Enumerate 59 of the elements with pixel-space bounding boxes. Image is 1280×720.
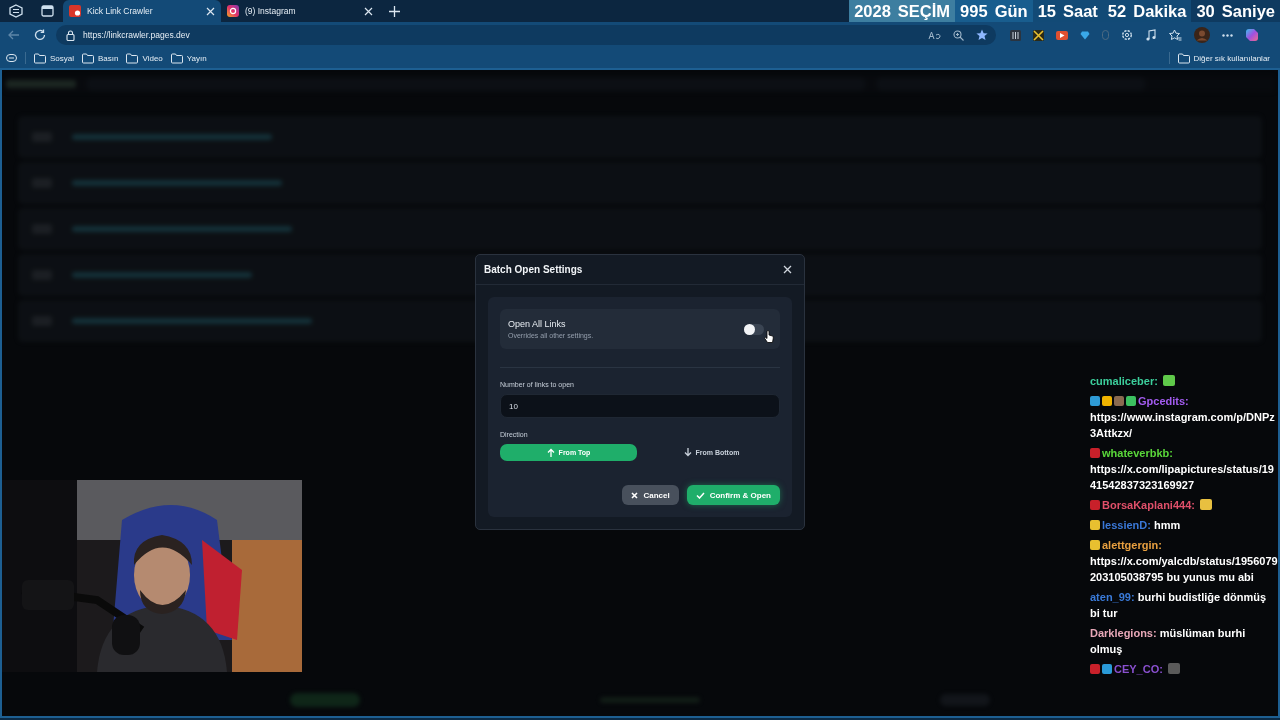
favorites-icon[interactable]	[1169, 29, 1182, 41]
extension-icon[interactable]	[1033, 29, 1044, 41]
countdown-segment: 995 Gün	[955, 0, 1033, 22]
close-icon	[631, 491, 639, 499]
folder-icon	[82, 52, 94, 64]
folder-icon	[34, 52, 46, 64]
close-icon[interactable]	[206, 6, 215, 16]
folder-icon	[170, 52, 183, 64]
bookmark-folder[interactable]: Basın	[82, 52, 119, 64]
tab-actions-icon[interactable]	[41, 5, 54, 17]
browser-tab[interactable]: Kick Link Crawler	[63, 0, 221, 22]
countdown-segment: 30 Saniye	[1191, 0, 1280, 22]
chat-message: Darklegions: müslüman burhi olmuş	[1090, 626, 1247, 657]
close-icon[interactable]	[364, 6, 373, 16]
chat-message: cumaliceber:	[1090, 373, 1278, 389]
bookmark-folder[interactable]: Diğer sık kullanılanlar	[1177, 52, 1270, 64]
workspaces-icon[interactable]	[9, 4, 23, 18]
bookmark-folder[interactable]: Yayın	[170, 52, 207, 64]
check-icon	[695, 491, 705, 499]
pointer-cursor-icon	[764, 330, 774, 343]
toggle-switch[interactable]	[744, 323, 764, 335]
countdown-segment: 2028 SEÇİM	[849, 0, 956, 22]
copilot-icon[interactable]	[1245, 28, 1259, 42]
lock-icon	[66, 29, 75, 41]
reading-list-icon[interactable]	[6, 54, 17, 62]
music-icon[interactable]	[1145, 29, 1157, 41]
folder-icon	[126, 52, 139, 64]
equalizer-icon[interactable]	[1010, 29, 1021, 41]
toggle-label: Open All Links	[508, 319, 567, 329]
chat-message: whateverbkb: https://x.com/lipapictures/status/1941542837323169927	[1090, 446, 1275, 493]
new-tab-icon[interactable]	[389, 5, 400, 17]
reload-icon[interactable]	[34, 29, 46, 41]
chat-message: CEY_CO:	[1090, 661, 1278, 677]
chat-message: Gpcedits: https://www.instagram.com/p/DNPz3Attkzx/	[1090, 394, 1276, 441]
close-icon[interactable]	[783, 265, 792, 274]
tab-title: (9) Instagram	[245, 6, 297, 16]
read-aloud-icon[interactable]	[928, 30, 941, 40]
cancel-button[interactable]: Cancel	[622, 485, 679, 505]
zoom-icon[interactable]	[953, 29, 964, 41]
app-icon	[69, 5, 81, 17]
instagram-icon	[227, 5, 239, 17]
settings-icon[interactable]	[1121, 29, 1133, 41]
arrow-down-icon	[683, 448, 692, 457]
star-icon[interactable]	[976, 29, 988, 41]
countdown-segment: 15 Saat	[1032, 0, 1103, 22]
diamond-icon[interactable]	[1080, 30, 1090, 40]
more-icon[interactable]	[1222, 33, 1233, 37]
bookmark-folder[interactable]: Sosyal	[34, 52, 74, 64]
dialog-title: Batch Open Settings	[484, 264, 583, 275]
countdown-segment: 52 Dakika	[1102, 0, 1192, 22]
arrow-up-icon	[546, 448, 555, 457]
chat-message: BorsaKaplani444:	[1090, 497, 1278, 513]
address-bar[interactable]: https://linkcrawler.pages.dev	[56, 25, 996, 45]
bookmark-folder[interactable]: Video	[126, 52, 163, 64]
media-icon[interactable]	[1056, 30, 1068, 40]
number-field[interactable]: 10	[500, 394, 780, 418]
tab-title: Kick Link Crawler	[87, 6, 154, 16]
chat-message: lessienD: hmm	[1090, 517, 1278, 533]
folder-icon	[1177, 52, 1190, 64]
